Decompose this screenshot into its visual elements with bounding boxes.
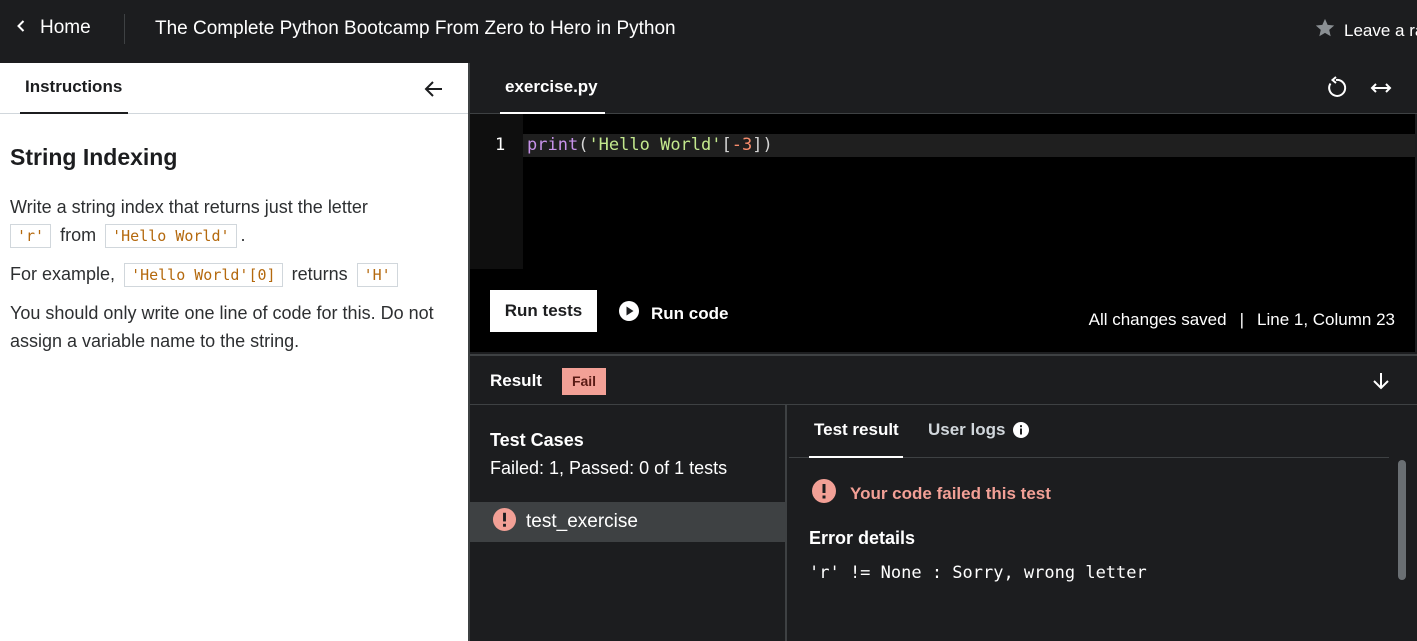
tab-exercise-file[interactable]: exercise.py: [500, 63, 605, 114]
reset-icon: [1328, 76, 1347, 97]
editor-action-bar: Run tests Run code All changes saved | Lin…: [470, 269, 1415, 352]
code-line[interactable]: print('Hello World'[-3]): [527, 135, 773, 155]
test-cases-summary: Failed: 1, Passed: 0 of 1 tests: [490, 458, 728, 478]
text: returns: [291, 264, 348, 284]
details-tabbar: Test result User logs: [789, 405, 1389, 458]
code-token: (: [578, 135, 589, 155]
expand-horizontal-icon: [1370, 83, 1392, 93]
code-token: ]): [752, 135, 773, 155]
cursor-position: Line 1, Column 23: [1257, 310, 1395, 329]
status-badge: Fail: [562, 368, 606, 395]
test-cases-panel: Test Cases Failed: 1, Passed: 0 of 1 tes…: [470, 405, 787, 641]
chevron-left-icon: [14, 17, 28, 39]
test-cases-title: Test Cases: [490, 430, 584, 450]
home-label: Home: [40, 17, 91, 38]
rating-label: Leave a rating: [1344, 20, 1417, 40]
test-case-row[interactable]: test_exercise: [470, 502, 785, 542]
text: .: [240, 225, 246, 245]
expand-button[interactable]: [1369, 76, 1393, 100]
save-status: All changes saved: [1088, 310, 1227, 329]
fail-message-text: Your code failed this test: [850, 483, 1051, 503]
tab-test-result[interactable]: Test result: [809, 405, 903, 458]
collapse-result-button[interactable]: [1369, 369, 1393, 393]
top-bar: Home The Complete Python Bootcamp From Z…: [0, 0, 1417, 63]
test-details-panel: Test result User logs Your code failed t…: [789, 405, 1415, 641]
error-icon: [492, 507, 517, 538]
reset-button[interactable]: [1324, 76, 1348, 100]
code-token: 'Hello World': [588, 135, 722, 155]
user-logs-label: User logs: [928, 420, 1006, 439]
fail-message: Your code failed this test: [811, 478, 1051, 509]
text: Write a string index that returns just t…: [10, 197, 368, 217]
instructions-paragraph: For example, 'Hello World'[0] returns 'H…: [10, 260, 455, 289]
code-editor[interactable]: 1 print('Hello World'[-3]): [470, 114, 1415, 269]
inline-code: 'H': [356, 263, 398, 287]
header-divider: [124, 14, 125, 44]
result-header: Result Fail: [470, 354, 1417, 405]
error-details-title: Error details: [809, 528, 916, 548]
home-link[interactable]: Home: [14, 17, 91, 39]
info-icon: [1012, 420, 1030, 458]
instructions-panel: Instructions String Indexing Write a str…: [0, 63, 468, 641]
line-number: 1: [495, 135, 506, 155]
inline-code: 'Hello World': [105, 224, 237, 248]
error-icon: [811, 478, 837, 509]
run-code-label: Run code: [651, 303, 729, 323]
instructions-paragraph: You should only write one line of code f…: [10, 303, 434, 351]
arrow-down-icon: [1373, 373, 1389, 390]
code-token: print: [527, 135, 579, 155]
play-icon: [618, 300, 640, 327]
instructions-tabbar: Instructions: [0, 63, 468, 114]
exercise-title: String Indexing: [10, 144, 178, 170]
tab-instructions[interactable]: Instructions: [20, 63, 128, 114]
editor-status: All changes saved | Line 1, Column 23: [1089, 310, 1395, 330]
run-tests-button[interactable]: Run tests: [490, 290, 597, 332]
status-separator: |: [1239, 310, 1245, 329]
inline-code: 'Hello World'[0]: [124, 263, 283, 287]
collapse-panel-button[interactable]: [422, 77, 446, 101]
run-code-button[interactable]: Run code: [618, 300, 728, 327]
code-token: -3: [731, 135, 753, 155]
text: from: [60, 225, 97, 245]
arrow-left-icon: [424, 81, 442, 97]
details-scrollbar[interactable]: [1398, 460, 1406, 580]
leave-rating-button[interactable]: Leave a rating: [1314, 17, 1417, 44]
star-icon: [1314, 17, 1336, 44]
editor-tabbar: exercise.py: [470, 63, 1417, 114]
course-title: The Complete Python Bootcamp From Zero t…: [155, 18, 676, 39]
instructions-paragraph: Write a string index that returns just t…: [10, 193, 455, 250]
test-case-name: test_exercise: [526, 511, 638, 532]
result-label: Result: [490, 371, 542, 390]
tab-user-logs[interactable]: User logs: [928, 405, 1030, 458]
instructions-body: Write a string index that returns just t…: [10, 193, 455, 365]
text: For example,: [10, 264, 116, 284]
error-details-text: 'r' != None : Sorry, wrong letter: [809, 563, 1147, 583]
code-token: [: [721, 135, 732, 155]
inline-code: 'r': [10, 224, 52, 248]
